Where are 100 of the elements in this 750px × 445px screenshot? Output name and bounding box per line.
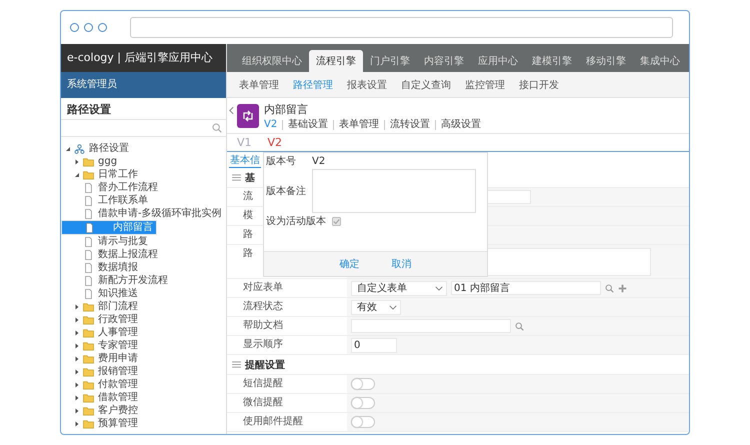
tree-item[interactable]: 人事管理 [61,326,226,339]
sidebar-title: 路径设置 [66,102,112,118]
plus-icon[interactable] [618,284,627,292]
nav-tab[interactable]: 内容引擎 [417,50,471,72]
document-icon [83,250,94,260]
toggle-switch[interactable] [351,397,375,409]
tree-item[interactable]: 数据填报 [61,261,226,274]
form-label: 帮助文档 [243,320,283,331]
window-dot-icon[interactable] [98,23,107,32]
field-label: 版本号 [266,154,297,168]
caret-icon[interactable] [74,356,80,362]
org-chart-icon [74,144,85,154]
tree-item[interactable]: 报销管理 [61,365,226,378]
nav-tab[interactable]: 集成中心 [633,50,687,72]
workflow-link[interactable]: 基础设置 [282,120,334,130]
caret-icon[interactable] [74,172,80,178]
tree-item[interactable]: 路径设置 [61,142,226,155]
folder-icon [83,406,94,416]
nav-tab[interactable]: 移动引擎 [579,50,633,72]
caret-icon[interactable] [74,330,80,336]
document-icon [83,182,94,192]
workflow-title: 内部留言 [264,102,309,116]
folder-icon [83,366,94,376]
toggle-switch[interactable] [351,416,375,428]
tree-item[interactable]: 客户费控 [61,404,226,417]
workflow-link[interactable]: 流转设置 [384,120,436,130]
list-icon [232,174,241,181]
tree-item[interactable]: 借款管理 [61,391,226,404]
status-dropdown[interactable]: 有效 [351,300,401,314]
tree-item[interactable]: 数据上报流程 [61,248,226,261]
sub-nav-tab[interactable]: 表单管理 [233,78,285,92]
nav-tab[interactable]: 应用中心 [471,50,525,72]
document-icon [83,196,94,206]
app-logo-text: e-cology | 后端引擎应用中心 [61,44,226,72]
folder-icon [83,314,94,324]
form-label: 显示顺序 [243,339,283,350]
sub-nav-tab[interactable]: 监控管理 [459,78,511,92]
caret-icon[interactable] [74,304,80,310]
nav-tab[interactable]: 流程引擎 [309,50,363,72]
tree-item[interactable]: 部门流程 [61,300,226,313]
caret-icon[interactable] [74,342,80,348]
folder-icon [83,380,94,390]
input-field[interactable]: 01 内部留言 [451,281,601,295]
form-label: 模 [243,210,253,221]
form-label: 流程状态 [243,301,283,312]
sub-nav-tab[interactable]: 报表设置 [341,78,393,92]
document-icon [83,276,94,286]
nav-tab[interactable]: 组织权限中心 [235,50,309,72]
form-label: 短信提醒 [243,378,283,389]
caret-icon[interactable] [65,146,71,152]
workflow-link[interactable]: 高级设置 [435,120,486,130]
form-type-dropdown[interactable]: 自定义表单 [351,280,447,296]
caret-icon[interactable] [74,316,80,322]
tree-item[interactable]: 行政管理 [61,313,226,326]
caret-icon[interactable] [74,408,80,414]
caret-icon[interactable] [74,158,80,164]
search-icon[interactable] [605,284,614,292]
tree-item[interactable]: 日常工作 [61,168,226,181]
caret-icon[interactable] [74,394,80,400]
form-label: 路 [243,248,253,259]
tree-item[interactable]: 专家管理 [61,339,226,352]
tree-item[interactable]: 新配方开发流程 [61,274,226,287]
tree-item[interactable]: 督办工作流程 [61,181,226,194]
user-name: 系统管理员 [61,72,226,98]
search-icon[interactable] [515,322,524,330]
nav-tab[interactable]: 门户引擎 [363,50,417,72]
tree-item[interactable]: 工作联系单 [61,194,226,207]
workflow-link[interactable]: 表单管理 [333,120,384,130]
form-label: 微信提醒 [243,397,283,408]
nav-tab[interactable]: 建模引擎 [525,50,579,72]
tree-item[interactable]: 知识推送 [61,287,226,300]
window-dot-icon[interactable] [84,23,93,32]
toggle-switch[interactable] [351,378,375,390]
caret-icon[interactable] [74,368,80,374]
tree-item[interactable]: 付款管理 [61,378,226,391]
tree-item[interactable]: 费用申请 [61,352,226,365]
tree-item[interactable]: 预算管理 [61,417,226,430]
tree-item[interactable]: ggg [61,155,226,168]
search-field[interactable] [61,119,226,137]
caret-icon[interactable] [74,420,80,426]
search-icon[interactable] [212,123,222,133]
tree-item[interactable]: 借款申请-多级循环审批实例 [61,207,226,220]
form-label: 对应表单 [243,282,283,293]
folder-icon [83,302,94,312]
document-icon [83,262,94,272]
version-tab[interactable]: V2 [262,134,288,151]
folder-icon [83,156,94,166]
list-icon [232,361,241,368]
tree-item[interactable]: 请示与批复 [61,235,226,248]
window-dot-icon[interactable] [70,23,79,32]
section-title: 基 [245,172,255,184]
chevron-icon [435,286,443,290]
sub-nav-tab[interactable]: 自定义查询 [395,78,457,92]
caret-icon[interactable] [74,382,80,388]
folder-icon [83,340,94,350]
folder-icon [83,170,94,180]
input-field[interactable]: 0 [351,338,397,352]
chevron-icon [389,304,397,310]
sub-nav-tab[interactable]: 接口开发 [513,78,565,92]
version-value: V2 [312,156,326,166]
